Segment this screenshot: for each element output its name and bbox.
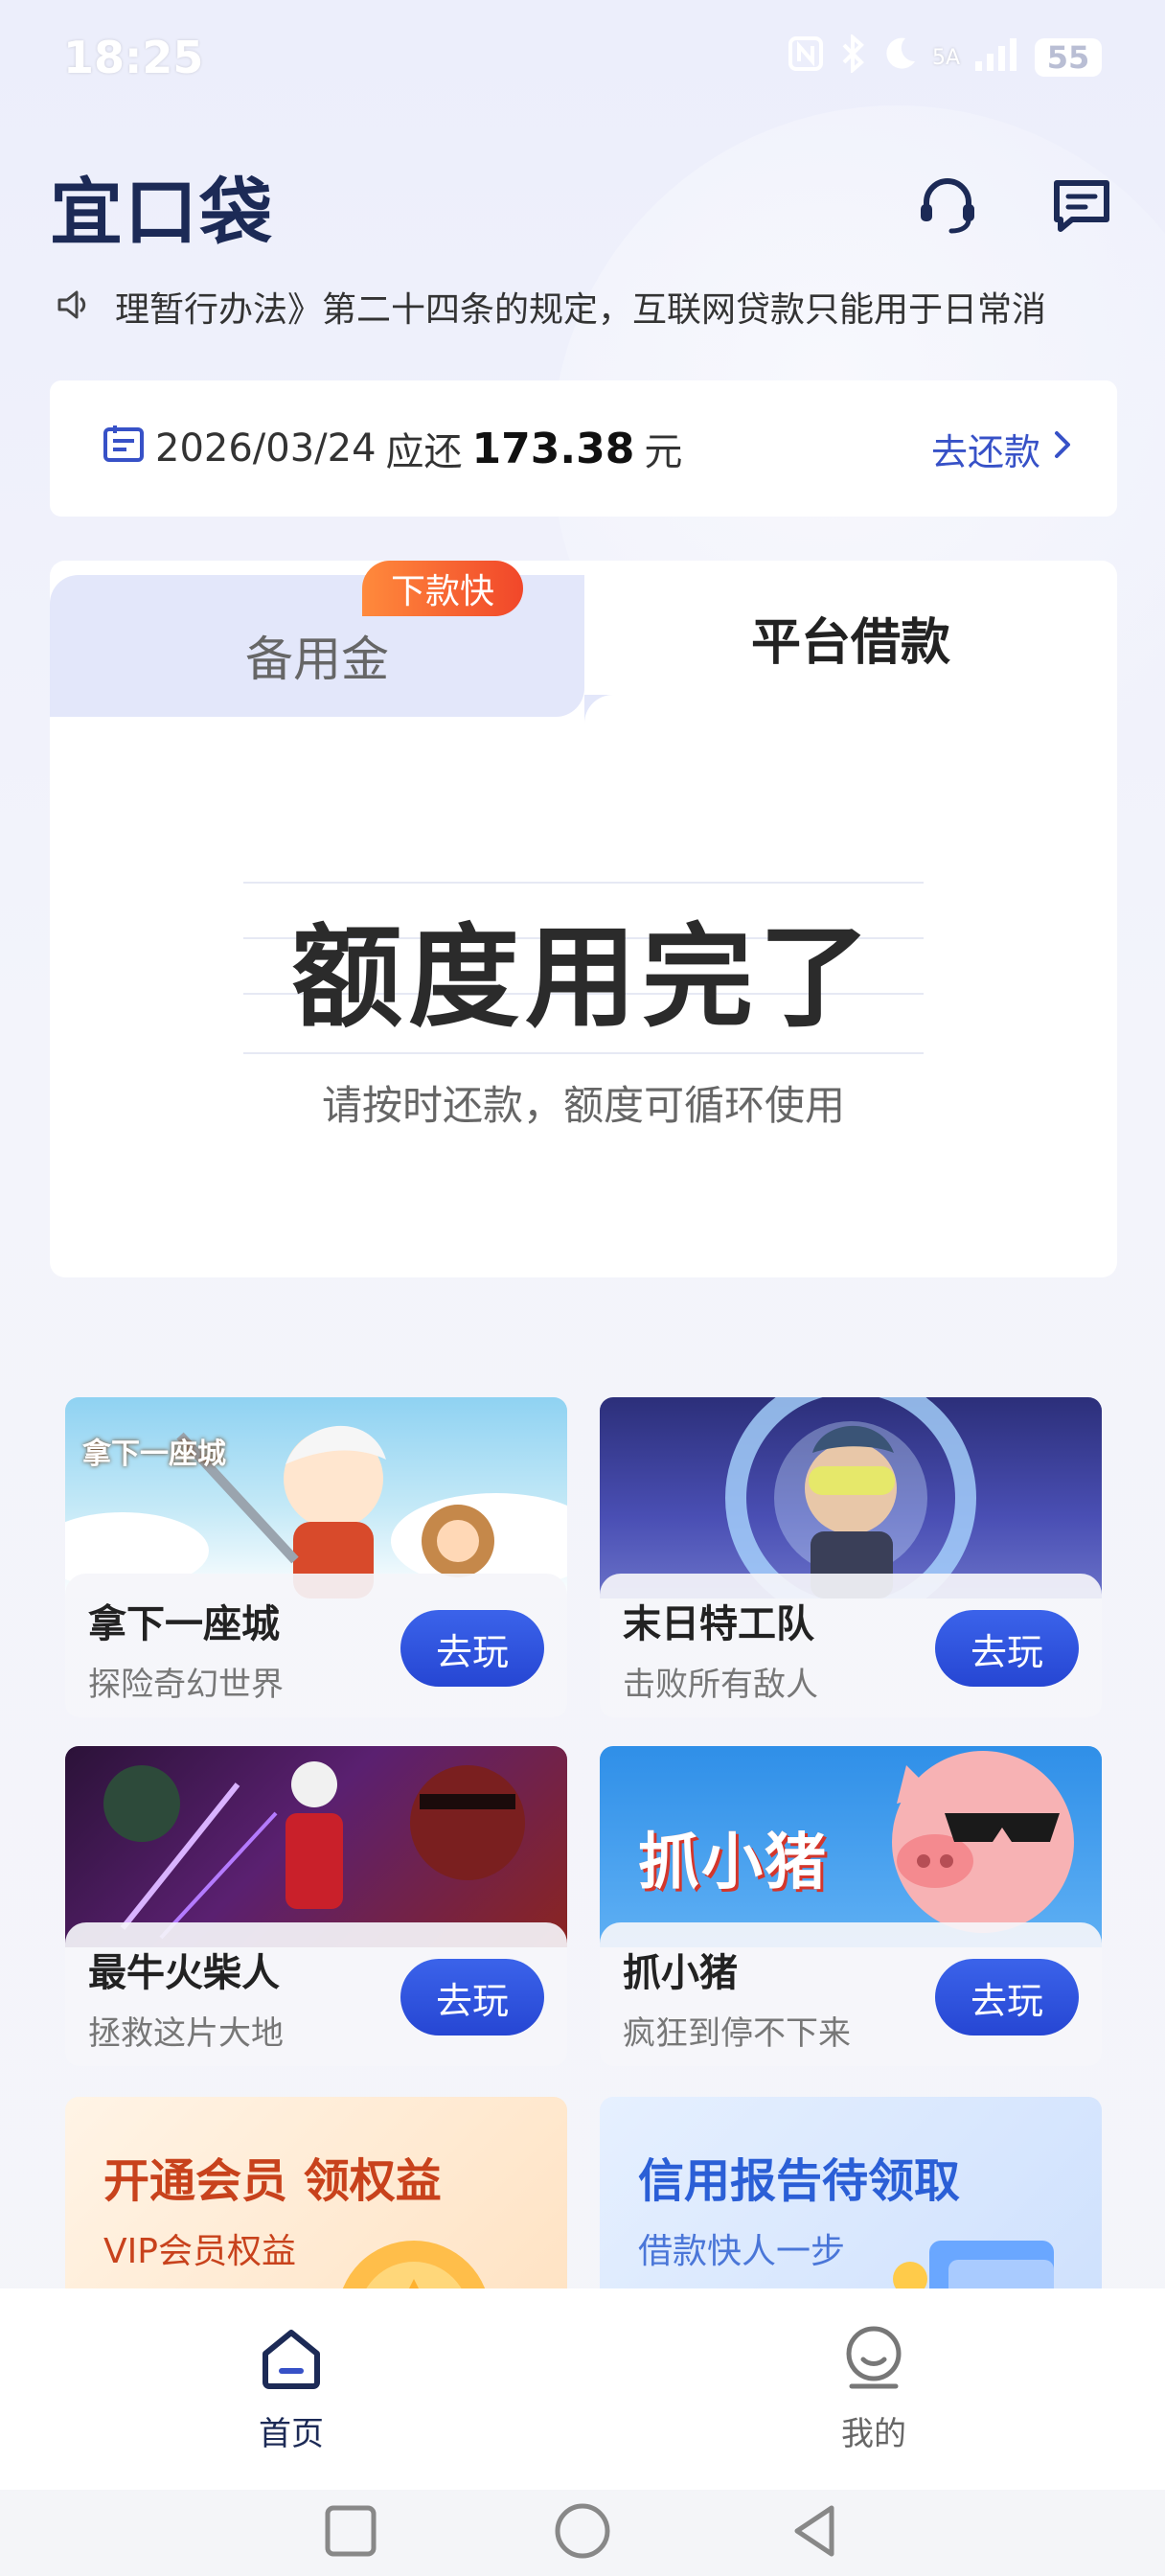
speaker-icon <box>56 287 92 327</box>
quota-subtitle: 请按时还款，额度可循环使用 <box>321 1082 845 1129</box>
quota-status: 额度用完了 <box>243 882 924 1054</box>
credit-report-promo-card[interactable]: 信用报告待领取 借款快人一步 <box>600 2097 1102 2298</box>
game-art-label: 拿下一座城 <box>82 1438 226 1471</box>
play-button[interactable]: 去玩 <box>400 1610 544 1687</box>
bluetooth-icon <box>838 33 867 81</box>
back-icon[interactable] <box>786 2502 843 2564</box>
message-icon[interactable] <box>1048 172 1115 240</box>
signal-label: 5A <box>931 45 960 70</box>
moon-icon <box>880 34 919 81</box>
game-info: 抓小猪 疯狂到停不下来 去玩 <box>600 1922 1102 2066</box>
chevron-right-icon <box>1050 427 1075 470</box>
repayment-info: 2026/03/24 应还 173.38 元 <box>102 421 682 476</box>
coin-icon <box>339 2241 489 2298</box>
app-logo: 宜口袋 <box>50 170 274 255</box>
nav-profile-label: 我的 <box>841 2414 906 2453</box>
repay-button-label: 去还款 <box>930 430 1040 473</box>
battery-icon: 55 <box>1035 38 1102 77</box>
notice-text: 理暂行办法》第二十四条的规定，互联网贷款只能用于日常消 <box>115 290 1047 330</box>
home-icon <box>258 2325 325 2396</box>
status-icons: 5A 55 <box>787 33 1102 81</box>
game-card[interactable]: 拿下一座城 拿下一座城 探险奇幻世界 去玩 <box>65 1397 567 1717</box>
signal-icon <box>973 34 1021 81</box>
nav-profile[interactable]: 我的 <box>582 2288 1165 2490</box>
profile-icon <box>840 2325 907 2396</box>
status-bar: 18:25 5A 55 <box>0 0 1165 115</box>
repayment-due-label: 应还 <box>385 430 463 474</box>
game-card[interactable]: 最牛火柴人 拯救这片大地 去玩 <box>65 1746 567 2066</box>
promo-title: 信用报告待领取 <box>638 2154 961 2208</box>
repayment-amount: 173.38 <box>471 424 635 473</box>
promo-title: 开通会员 领权益 <box>103 2154 442 2208</box>
game-art-castle: 拿下一座城 <box>65 1397 567 1598</box>
header: 宜口袋 <box>50 163 1115 255</box>
game-art-pig: 抓小猪 <box>600 1746 1102 1947</box>
status-time: 18:25 <box>63 32 204 83</box>
game-info: 最牛火柴人 拯救这片大地 去玩 <box>65 1922 567 2066</box>
header-actions <box>914 172 1115 240</box>
repayment-date: 2026/03/24 <box>155 426 377 471</box>
game-art-label: 抓小猪 <box>638 1828 828 1898</box>
bottom-nav: 首页 我的 <box>0 2288 1165 2490</box>
repayment-unit: 元 <box>644 430 683 474</box>
fast-loan-badge: 下款快 <box>362 561 524 616</box>
game-card[interactable]: 抓小猪 抓小猪 疯狂到停不下来 去玩 <box>600 1746 1102 2066</box>
notice-bar[interactable]: 理暂行办法》第二十四条的规定，互联网贷款只能用于日常消 <box>56 278 1115 335</box>
nav-home[interactable]: 首页 <box>0 2288 582 2490</box>
play-button[interactable]: 去玩 <box>935 1959 1079 2036</box>
game-art-stickman <box>65 1746 567 1947</box>
tab-platform-loan[interactable]: 平台借款 <box>584 561 1117 714</box>
system-nav-bar <box>0 2490 1165 2576</box>
nav-home-label: 首页 <box>259 2414 324 2453</box>
vip-promo-card[interactable]: 开通会员 领权益 VIP会员权益 <box>65 2097 567 2298</box>
game-info: 拿下一座城 探险奇幻世界 去玩 <box>65 1574 567 1717</box>
game-art-agent <box>600 1397 1102 1623</box>
report-icon <box>893 2241 1054 2298</box>
repay-button[interactable]: 去还款 <box>931 423 1075 475</box>
game-card[interactable]: 末日特工队 击败所有敌人 去玩 <box>600 1397 1102 1717</box>
headset-icon[interactable] <box>914 172 981 240</box>
quota-title: 额度用完了 <box>291 913 876 1043</box>
bill-icon <box>102 422 146 475</box>
game-info: 末日特工队 击败所有敌人 去玩 <box>600 1574 1102 1717</box>
loan-card: 备用金 下款快 平台借款 额度用完了 请按时还款，额度可循环使用 <box>50 561 1117 1277</box>
app-screen: 18:25 5A 55 宜口袋 理暂行办法》第二十四条的规定，互联网贷款只能用于… <box>0 0 1165 2576</box>
repayment-card[interactable]: 2026/03/24 应还 173.38 元 去还款 <box>50 380 1117 517</box>
nfc-icon <box>787 34 825 81</box>
tab-reserve-fund-label: 备用金 <box>245 632 389 687</box>
play-button[interactable]: 去玩 <box>400 1959 544 2036</box>
recent-apps-icon[interactable] <box>322 2502 379 2564</box>
tab-platform-loan-label: 平台借款 <box>750 613 950 672</box>
home-circle-icon[interactable] <box>552 2500 613 2565</box>
play-button[interactable]: 去玩 <box>935 1610 1079 1687</box>
